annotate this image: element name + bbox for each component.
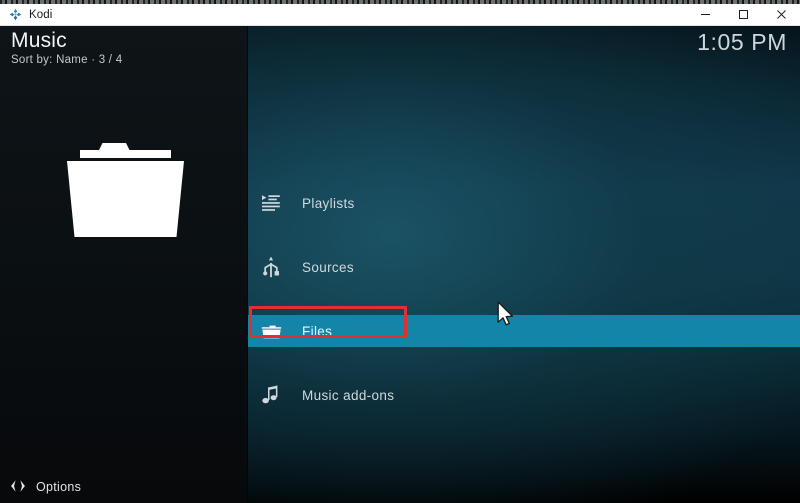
title-bar-left: Kodi [0, 8, 52, 21]
sidebar-panel: Music Sort by: Name · 3 / 4 Options [0, 26, 248, 503]
kodi-logo-icon [9, 8, 22, 21]
menu-item-label: Playlists [302, 195, 355, 211]
kodi-window: Kodi 1:05 PM Playlists Sources Files Mus… [0, 0, 800, 503]
options-bar[interactable]: Options [0, 470, 248, 503]
sort-status: Sort by: Name · 3 / 4 [11, 54, 123, 66]
menu-item-label: Sources [302, 259, 354, 275]
music-category-menu: Playlists Sources Files Music add-ons [248, 187, 800, 411]
usb-plug-icon [260, 256, 282, 278]
window-controls [686, 4, 800, 26]
menu-item-label: Music add-ons [302, 387, 395, 403]
mouse-pointer-icon [497, 301, 517, 329]
menu-gap [248, 283, 800, 315]
clock: 1:05 PM [697, 29, 787, 55]
music-note-icon [260, 384, 282, 406]
menu-item-files[interactable]: Files [248, 306, 800, 347]
menu-gap [248, 219, 800, 251]
playlist-icon [260, 192, 282, 214]
folder-icon [260, 320, 282, 342]
options-label: Options [36, 479, 82, 494]
minimize-button[interactable] [686, 4, 724, 26]
maximize-button[interactable] [724, 4, 762, 26]
folder-thumbnail [63, 134, 188, 244]
page-title: Music [11, 29, 67, 52]
window-title-bar: Kodi [0, 4, 800, 26]
window-title: Kodi [29, 8, 53, 21]
menu-item-playlists[interactable]: Playlists [248, 187, 800, 219]
close-button[interactable] [762, 4, 800, 26]
page-header: Music Sort by: Name · 3 / 4 [11, 28, 122, 66]
menu-item-label: Files [302, 323, 333, 339]
menu-gap [248, 347, 800, 379]
menu-item-sources[interactable]: Sources [248, 251, 800, 283]
kodi-content: 1:05 PM Playlists Sources Files Music ad… [0, 26, 800, 503]
left-right-arrows-icon [10, 479, 26, 495]
main-panel: 1:05 PM Playlists Sources Files Music ad… [248, 26, 800, 503]
menu-item-music-add-ons[interactable]: Music add-ons [248, 379, 800, 411]
